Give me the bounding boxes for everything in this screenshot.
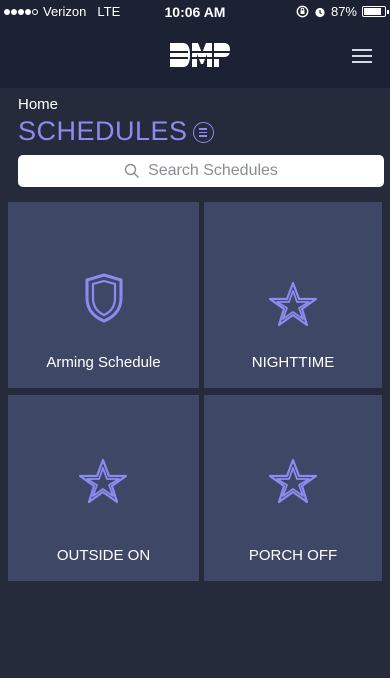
schedule-tile-arming[interactable]: Arming Schedule xyxy=(8,202,199,388)
star-icon xyxy=(78,458,128,504)
star-icon xyxy=(268,458,318,504)
search-placeholder: Search Schedules xyxy=(148,162,278,179)
breadcrumb-home[interactable]: Home xyxy=(18,96,58,113)
tile-label: NIGHTTIME xyxy=(251,354,335,371)
alarm-icon xyxy=(315,7,325,17)
header-bar xyxy=(0,22,390,88)
app-screen: Verizon LTE 10:06 AM 87% Home SCHEDULES … xyxy=(0,0,390,678)
tile-label: PORCH OFF xyxy=(248,547,338,564)
tile-label: OUTSIDE ON xyxy=(56,547,151,564)
page-title: SCHEDULES xyxy=(18,116,188,146)
content-empty-area xyxy=(8,586,382,678)
search-icon xyxy=(124,163,140,178)
status-right: 87% xyxy=(296,4,389,19)
schedule-tile-porch-off[interactable]: PORCH OFF xyxy=(204,395,382,581)
battery-percent: 87% xyxy=(330,4,357,19)
list-view-icon[interactable] xyxy=(193,122,214,143)
star-icon xyxy=(268,281,318,327)
rotation-lock-icon xyxy=(296,5,309,18)
shield-icon xyxy=(85,273,123,323)
battery-icon xyxy=(362,6,389,17)
search-input[interactable]: Search Schedules xyxy=(18,155,384,187)
battery-fill xyxy=(364,8,382,15)
hamburger-menu-icon[interactable] xyxy=(352,49,372,63)
schedule-tile-nighttime[interactable]: NIGHTTIME xyxy=(204,202,382,388)
tile-label: Arming Schedule xyxy=(46,354,161,371)
status-bar: Verizon LTE 10:06 AM 87% xyxy=(0,0,390,22)
schedule-tile-outside-on[interactable]: OUTSIDE ON xyxy=(8,395,199,581)
dmp-logo xyxy=(170,43,230,67)
